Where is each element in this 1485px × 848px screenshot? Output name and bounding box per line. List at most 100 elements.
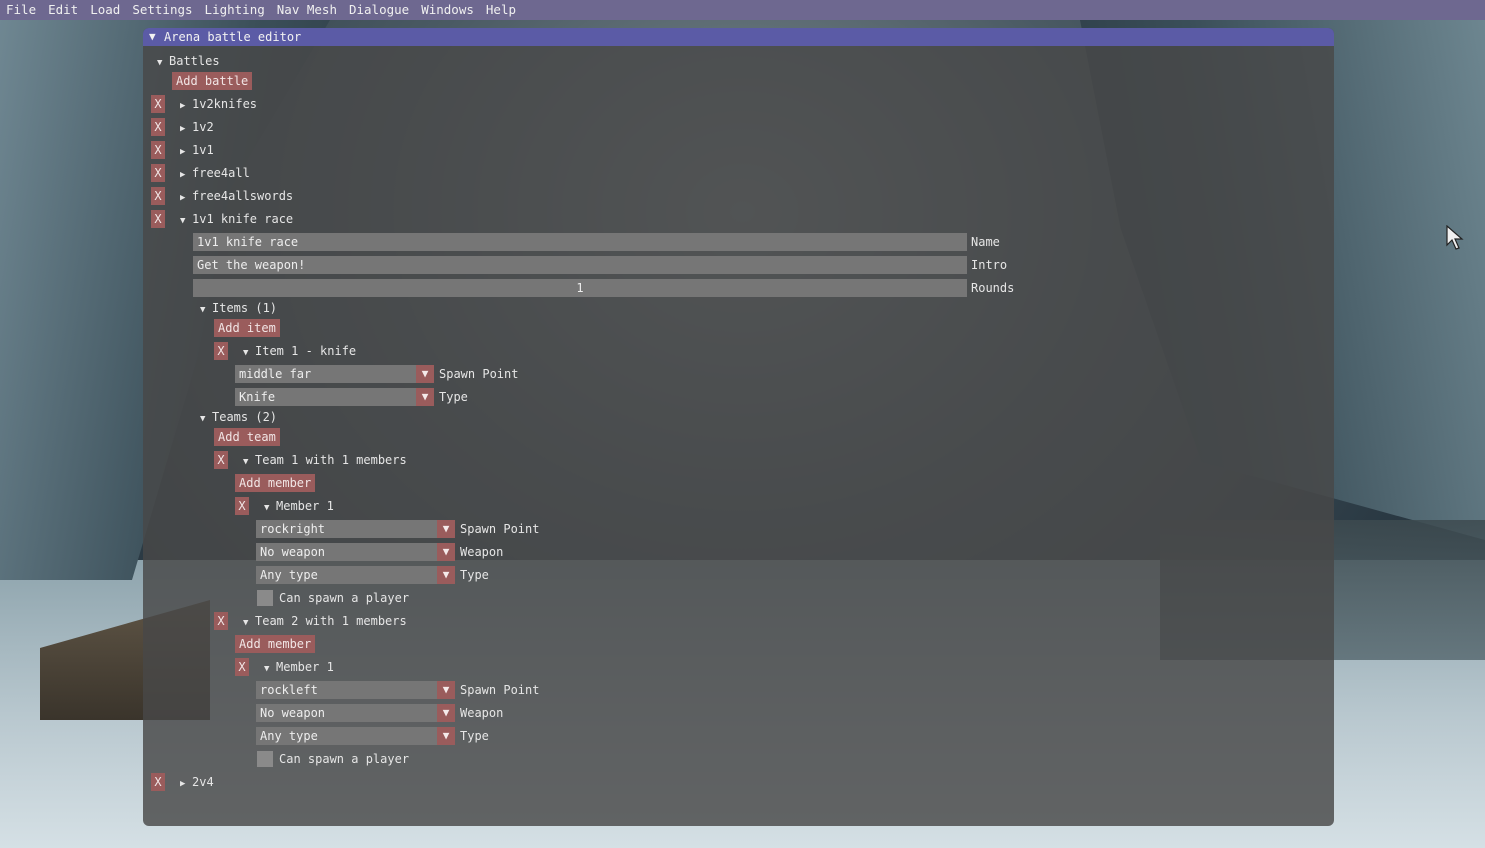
name-label: Name <box>971 235 1000 249</box>
rounds-field[interactable]: 1 <box>193 279 967 297</box>
collapse-window-icon[interactable]: ▼ <box>149 28 161 46</box>
spawn-point-label: Spawn Point <box>439 367 519 381</box>
member-type-dropdown[interactable]: Any type ▼ <box>256 727 455 745</box>
team-1-header[interactable]: ▼ Team 1 with 1 members <box>243 451 407 469</box>
battle-label: 2v4 <box>192 775 214 789</box>
battle-item-free4allswords[interactable]: ▶ free4allswords <box>180 187 293 205</box>
delete-battle-button[interactable]: X <box>151 210 165 228</box>
battle-item-1v2knifes[interactable]: ▶ 1v2knifes <box>180 95 257 113</box>
dropdown-value: Knife <box>239 390 276 404</box>
add-member-button[interactable]: Add member <box>235 474 316 492</box>
can-spawn-player-label: Can spawn a player <box>279 591 410 605</box>
item-1-header[interactable]: ▼ Item 1 - knife <box>243 342 356 360</box>
window-titlebar[interactable]: ▼ Arena battle editor <box>143 28 1334 46</box>
can-spawn-player-checkbox[interactable] <box>257 590 273 606</box>
dropdown-arrow-icon[interactable]: ▼ <box>437 727 455 745</box>
dropdown-value: rockright <box>260 522 326 536</box>
collapsed-arrow-icon: ▶ <box>180 101 186 111</box>
collapsed-arrow-icon: ▶ <box>180 779 186 789</box>
menu-dialogue[interactable]: Dialogue <box>343 0 415 20</box>
type-label: Type <box>460 568 489 582</box>
items-header-label: Items (1) <box>212 301 278 315</box>
battle-label: 1v1 <box>192 143 214 157</box>
member-header-label: Member 1 <box>276 499 334 513</box>
add-item-button[interactable]: Add item <box>214 319 280 337</box>
dropdown-arrow-icon[interactable]: ▼ <box>437 681 455 699</box>
teams-header[interactable]: ▼ Teams (2) <box>200 408 277 426</box>
delete-battle-button[interactable]: X <box>151 773 165 791</box>
battles-header[interactable]: ▼ Battles <box>157 52 220 70</box>
dropdown-value: No weapon <box>260 545 326 559</box>
battle-item-1v1[interactable]: ▶ 1v1 <box>180 141 214 159</box>
menu-windows[interactable]: Windows <box>415 0 480 20</box>
delete-battle-button[interactable]: X <box>151 141 165 159</box>
expanded-arrow-icon: ▼ <box>243 348 249 358</box>
dropdown-arrow-icon[interactable]: ▼ <box>437 543 455 561</box>
battle-name-field[interactable]: 1v1 knife race <box>193 233 967 251</box>
delete-team-button[interactable]: X <box>214 451 228 469</box>
expanded-arrow-icon: ▼ <box>180 216 186 226</box>
item-spawn-point-dropdown[interactable]: middle far ▼ <box>235 365 434 383</box>
can-spawn-player-label: Can spawn a player <box>279 752 410 766</box>
menu-load[interactable]: Load <box>84 0 126 20</box>
dropdown-arrow-icon[interactable]: ▼ <box>416 388 434 406</box>
dropdown-arrow-icon[interactable]: ▼ <box>416 365 434 383</box>
delete-battle-button[interactable]: X <box>151 95 165 113</box>
menu-edit[interactable]: Edit <box>42 0 84 20</box>
member-weapon-dropdown[interactable]: No weapon ▼ <box>256 704 455 722</box>
battle-item-1v1-knife-race[interactable]: ▼ 1v1 knife race <box>180 210 293 228</box>
dropdown-arrow-icon[interactable]: ▼ <box>437 520 455 538</box>
spawn-point-label: Spawn Point <box>460 522 540 536</box>
member-spawn-point-dropdown[interactable]: rockleft ▼ <box>256 681 455 699</box>
dropdown-value: Any type <box>260 729 318 743</box>
battle-item-1v2[interactable]: ▶ 1v2 <box>180 118 214 136</box>
member-weapon-dropdown[interactable]: No weapon ▼ <box>256 543 455 561</box>
member-spawn-point-dropdown[interactable]: rockright ▼ <box>256 520 455 538</box>
mouse-cursor-icon <box>1446 225 1464 250</box>
battle-intro-field[interactable]: Get the weapon! <box>193 256 967 274</box>
battle-item-free4all[interactable]: ▶ free4all <box>180 164 250 182</box>
expanded-arrow-icon: ▼ <box>200 305 206 315</box>
delete-item-button[interactable]: X <box>214 342 228 360</box>
team-1-member-1-header[interactable]: ▼ Member 1 <box>264 497 334 515</box>
dropdown-arrow-icon[interactable]: ▼ <box>437 566 455 584</box>
add-member-button[interactable]: Add member <box>235 635 316 653</box>
rounds-label: Rounds <box>971 281 1015 295</box>
team-2-header[interactable]: ▼ Team 2 with 1 members <box>243 612 407 630</box>
team-1-header-label: Team 1 with 1 members <box>255 453 407 467</box>
delete-team-button[interactable]: X <box>214 612 228 630</box>
collapsed-arrow-icon: ▶ <box>180 147 186 157</box>
menu-help[interactable]: Help <box>480 0 522 20</box>
delete-member-button[interactable]: X <box>235 658 249 676</box>
add-battle-button[interactable]: Add battle <box>172 72 253 90</box>
weapon-label: Weapon <box>460 706 504 720</box>
expanded-arrow-icon: ▼ <box>200 414 206 424</box>
team-2-member-1-header[interactable]: ▼ Member 1 <box>264 658 334 676</box>
dropdown-arrow-icon[interactable]: ▼ <box>437 704 455 722</box>
type-label: Type <box>460 729 489 743</box>
can-spawn-player-checkbox[interactable] <box>257 751 273 767</box>
item-type-dropdown[interactable]: Knife ▼ <box>235 388 434 406</box>
expand-arrow-icon: ▼ <box>157 58 163 68</box>
expanded-arrow-icon: ▼ <box>264 664 270 674</box>
member-type-dropdown[interactable]: Any type ▼ <box>256 566 455 584</box>
delete-battle-button[interactable]: X <box>151 164 165 182</box>
menu-lighting[interactable]: Lighting <box>199 0 271 20</box>
add-team-button[interactable]: Add team <box>214 428 280 446</box>
battle-label: 1v2knifes <box>192 97 258 111</box>
collapsed-arrow-icon: ▶ <box>180 124 186 134</box>
dropdown-value: middle far <box>239 367 312 381</box>
arena-battle-editor-window: ▼ Arena battle editor ▼ Battles Add battl… <box>143 28 1334 826</box>
weapon-label: Weapon <box>460 545 504 559</box>
battle-item-2v4[interactable]: ▶ 2v4 <box>180 773 214 791</box>
delete-battle-button[interactable]: X <box>151 187 165 205</box>
dropdown-value: No weapon <box>260 706 326 720</box>
items-header[interactable]: ▼ Items (1) <box>200 299 277 317</box>
collapsed-arrow-icon: ▶ <box>180 193 186 203</box>
menu-file[interactable]: File <box>0 0 42 20</box>
delete-member-button[interactable]: X <box>235 497 249 515</box>
menu-nav-mesh[interactable]: Nav Mesh <box>271 0 343 20</box>
menu-settings[interactable]: Settings <box>126 0 198 20</box>
window-title: Arena battle editor <box>164 30 302 44</box>
delete-battle-button[interactable]: X <box>151 118 165 136</box>
